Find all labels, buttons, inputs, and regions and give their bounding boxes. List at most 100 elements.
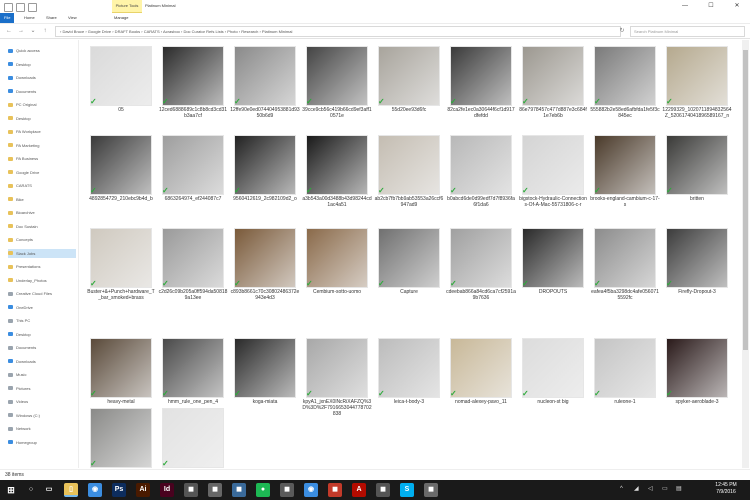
file-item[interactable]: ✓ leica-t-body-3 [374,338,444,410]
nav-item[interactable]: Documents [8,87,76,96]
nav-item[interactable]: Concepts [8,235,76,244]
battery-icon[interactable]: ▭ [662,486,668,492]
file-thumbnail[interactable] [666,46,728,106]
file-name[interactable]: spyker-aeroblade-3 [662,399,732,405]
file-thumbnail[interactable] [234,228,296,288]
file-thumbnail[interactable] [234,46,296,106]
file-name[interactable]: 12ffe90e0ed074404953881d9350b6d9 [230,107,300,119]
task-view-icon[interactable]: ▭ [42,483,56,497]
file-item[interactable]: ✓ 82ca2fe1ec0a30644f6cf1d917dfefdd [446,46,516,119]
nav-item[interactable]: CARATS [8,181,76,190]
file-item[interactable]: ✓ 12ced6888689c1c8b8cd3cd31b3aa7cf [158,46,228,119]
nav-item[interactable]: Pictures [8,384,76,393]
nav-item[interactable]: Presentations [8,262,76,271]
file-thumbnail[interactable] [666,338,728,398]
nav-item[interactable]: Quick access [8,46,76,55]
file-thumbnail[interactable] [522,338,584,398]
photoshop-app-icon[interactable]: Ps [112,483,126,497]
file-thumbnail[interactable] [306,338,368,398]
notification-icon[interactable]: ▤ [676,486,682,492]
nav-item[interactable]: PA Marketing [8,141,76,150]
file-item[interactable]: ✓ a3b543a00d3488b43d98244cd1ac4a51 [302,135,372,208]
file-thumbnail[interactable] [306,46,368,106]
nav-item[interactable]: PA Business [8,154,76,163]
nav-item[interactable]: Desktop [8,60,76,69]
back-icon[interactable]: ← [4,26,14,36]
file-item[interactable]: ✓ 05 [86,46,156,118]
file-thumbnail[interactable] [594,228,656,288]
indesign-app-icon[interactable]: Id [160,483,174,497]
file-thumbnail[interactable] [90,338,152,398]
tab-manage[interactable]: Manage [114,13,128,23]
file-name[interactable]: b0abcd6de0d99edf7d7f8936fa6f1da6 [446,196,516,208]
file-item[interactable]: ✓ Cembium-sotto-uomo [302,228,372,300]
file-name[interactable]: DROPOUTS [518,289,588,295]
file-thumbnail[interactable] [522,46,584,106]
skype-app-icon[interactable]: S [400,483,414,497]
app-12-icon[interactable]: ◼ [328,483,342,497]
app-10-icon[interactable]: ◼ [280,483,294,497]
file-name[interactable]: c893b8661c70c30802486372e943e4d3 [230,289,300,301]
acrobat-app-icon[interactable]: A [352,483,366,497]
file-thumbnail[interactable] [234,135,296,195]
file-item[interactable]: ✓ bigstock-Hydraulic-Connections-Of-A-Mac… [518,135,588,208]
chevron-down-icon[interactable]: ⌄ [28,26,38,36]
nav-item[interactable]: OneDrive [8,303,76,312]
file-name[interactable]: 12299329_1020711894832564Z_5206174041896… [662,107,732,119]
file-name[interactable]: leica-t-body-3 [374,399,444,405]
file-name[interactable]: 39cce9cb56c419b66cd9ef3aff10571e [302,107,372,119]
nav-item[interactable]: Bioarchive [8,208,76,217]
file-item[interactable]: ✓ 86e7978457c477d887e3c684f1e7eb6b [518,46,588,119]
file-item[interactable]: ✓ DROPOUTS [518,228,588,300]
clock[interactable]: 12:45 PM 7/9/2016 [704,482,748,496]
file-item[interactable]: ✓ nucleon-st big [518,338,588,410]
file-thumbnail[interactable] [378,46,440,106]
start-icon[interactable]: ⊞ [4,483,18,497]
nav-item[interactable]: Downloads [8,73,76,82]
file-item[interactable]: ✓ 9560412619_2c982109d2_o [230,135,300,207]
file-name[interactable]: hmm_rule_one_pen_4 [158,399,228,405]
forward-icon[interactable]: → [16,26,26,36]
file-name[interactable]: koga-miata [230,399,300,405]
file-thumbnail[interactable] [378,228,440,288]
file-name[interactable]: Cembium-sotto-uomo [302,289,372,295]
file-item[interactable]: ✓ spyker-aeroblade-3 [662,338,732,410]
nav-item[interactable]: Videos [8,397,76,406]
scrollbar-thumb[interactable] [743,50,748,350]
file-name[interactable]: britten [662,196,732,202]
tab-view[interactable]: View [68,13,77,23]
file-name[interactable]: 55d20ee93d6fc [374,107,444,113]
file-thumbnail[interactable] [378,135,440,195]
address-bar[interactable]: › David Bruce › Google Drive › DRAFT Boo… [55,26,621,37]
app-16-icon[interactable]: ◼ [424,483,438,497]
file-name[interactable]: cdeebab866a84cd6ca7cf2591a9b7636 [446,289,516,301]
explorer-app-icon[interactable]: ▯ [64,483,78,497]
app-7-icon[interactable]: ◼ [208,483,222,497]
file-item[interactable]: ✓ ab2cb7fb7bb9ab53553a26ccf6947ad9 [374,135,444,208]
tab-share[interactable]: Share [46,13,57,23]
file-item[interactable]: ✓ 4892854729_210ebc9b4d_b [86,135,156,207]
app-11-icon[interactable]: ◉ [304,483,318,497]
file-thumbnail[interactable] [90,408,152,468]
tab-home[interactable]: Home [24,13,35,23]
file-thumbnail[interactable] [450,135,512,195]
app-6-icon[interactable]: ◼ [184,483,198,497]
file-thumbnail[interactable] [594,338,656,398]
scrollbar[interactable] [742,40,749,468]
file-thumbnail[interactable] [450,228,512,288]
file-name[interactable]: 82ca2fe1ec0a30644f6cf1d917dfefdd [446,107,516,119]
up-icon[interactable]: ↑ [40,26,50,36]
nav-item[interactable]: Network [8,424,76,433]
file-thumbnail[interactable] [522,135,584,195]
file-name[interactable]: bigstock-Hydraulic-Connections-Of-A-Mac-… [518,196,588,208]
nav-item[interactable]: Windows (C:) [8,411,76,420]
file-name[interactable]: Capture [374,289,444,295]
file-item[interactable]: ✓ heavy-metal [86,338,156,410]
file-item[interactable]: ✓ ruleone-1 [590,338,660,410]
nav-item[interactable]: Music [8,370,76,379]
file-item[interactable]: ✓ c893b8661c70c30802486372e943e4d3 [230,228,300,301]
file-name[interactable]: 05 [86,107,156,113]
file-item[interactable]: ✓ 55d20ee93d6fc [374,46,444,118]
file-item[interactable]: ✓ nomad-alexey-pavo_11 [446,338,516,410]
file-name[interactable]: c2d26c09b205a0ff594da508189a13ee [158,289,228,301]
